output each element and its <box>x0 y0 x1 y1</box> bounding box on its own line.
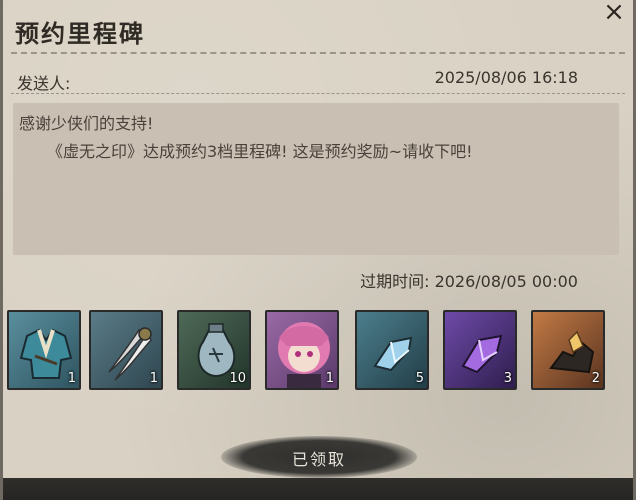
claimed-label: 已领取 <box>291 450 346 469</box>
reward-slot-gold-ore[interactable]: 2 <box>531 310 605 390</box>
claimed-button[interactable]: 已领取 <box>221 436 417 478</box>
reward-qty: 1 <box>325 371 334 386</box>
reward-slot-purple-crystal[interactable]: 3 <box>443 310 517 390</box>
reward-slot-portrait[interactable]: 1 <box>265 310 339 390</box>
mail-title: 预约里程碑 <box>15 20 145 48</box>
reward-list: 1 1 10 1 5 3 2 <box>3 310 636 392</box>
bottom-brush-decoration <box>3 478 633 500</box>
reward-qty: 2 <box>591 371 600 386</box>
sent-timestamp: 2025/08/06 16:18 <box>434 68 578 87</box>
mail-body-line1: 感谢少侠们的支持! <box>19 114 154 133</box>
expire-time: 过期时间: 2026/08/05 00:00 <box>360 272 578 291</box>
reward-slot-blue-crystal[interactable]: 5 <box>355 310 429 390</box>
reward-slot-potion[interactable]: 10 <box>177 310 251 390</box>
reward-qty: 1 <box>149 371 158 386</box>
title-divider <box>11 52 625 54</box>
header-divider <box>11 93 625 94</box>
close-icon[interactable]: × <box>599 0 629 26</box>
reward-qty: 1 <box>67 371 76 386</box>
reward-qty: 10 <box>229 371 246 386</box>
reward-qty: 5 <box>415 371 424 386</box>
mail-body-line2: 《虚无之印》达成预约3档里程碑! 这是预约奖励~请收下吧! <box>47 142 473 161</box>
reward-slot-claw[interactable]: 1 <box>89 310 163 390</box>
sender-label: 发送人: <box>17 74 71 93</box>
reward-slot-robe[interactable]: 1 <box>7 310 81 390</box>
mail-panel: 预约里程碑 × 发送人: 2025/08/06 16:18 感谢少侠们的支持! … <box>0 0 636 500</box>
reward-qty: 3 <box>503 371 512 386</box>
